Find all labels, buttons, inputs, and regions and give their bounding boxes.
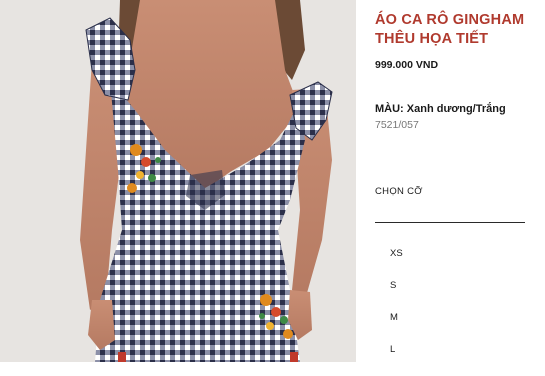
size-options: XS S M L xyxy=(390,248,403,376)
product-reference: 7521/057 xyxy=(375,119,419,131)
size-option-xs[interactable]: XS xyxy=(390,248,403,280)
color-label: MÀU: xyxy=(375,103,404,115)
model-photo-illustration xyxy=(0,0,356,362)
size-option-l[interactable]: L xyxy=(390,344,403,376)
color-value: Xanh dương/Trắng xyxy=(406,103,506,115)
product-title-line-2: THÊU HỌA TIẾT xyxy=(375,31,489,47)
product-photo[interactable] xyxy=(0,0,356,362)
size-selector-heading: CHỌN CỠ xyxy=(375,186,423,197)
size-divider xyxy=(375,222,525,223)
size-option-s[interactable]: S xyxy=(390,280,403,312)
product-details: ÁO CA RÔ GINGHAM THÊU HỌA TIẾT 999.000 V… xyxy=(375,0,545,362)
product-color: MÀU: Xanh dương/Trắng xyxy=(375,103,506,115)
product-title-line-1: ÁO CA RÔ GINGHAM xyxy=(375,12,525,28)
product-title: ÁO CA RÔ GINGHAM THÊU HỌA TIẾT xyxy=(375,11,545,49)
product-price: 999.000 VND xyxy=(375,59,439,71)
size-option-m[interactable]: M xyxy=(390,312,403,344)
